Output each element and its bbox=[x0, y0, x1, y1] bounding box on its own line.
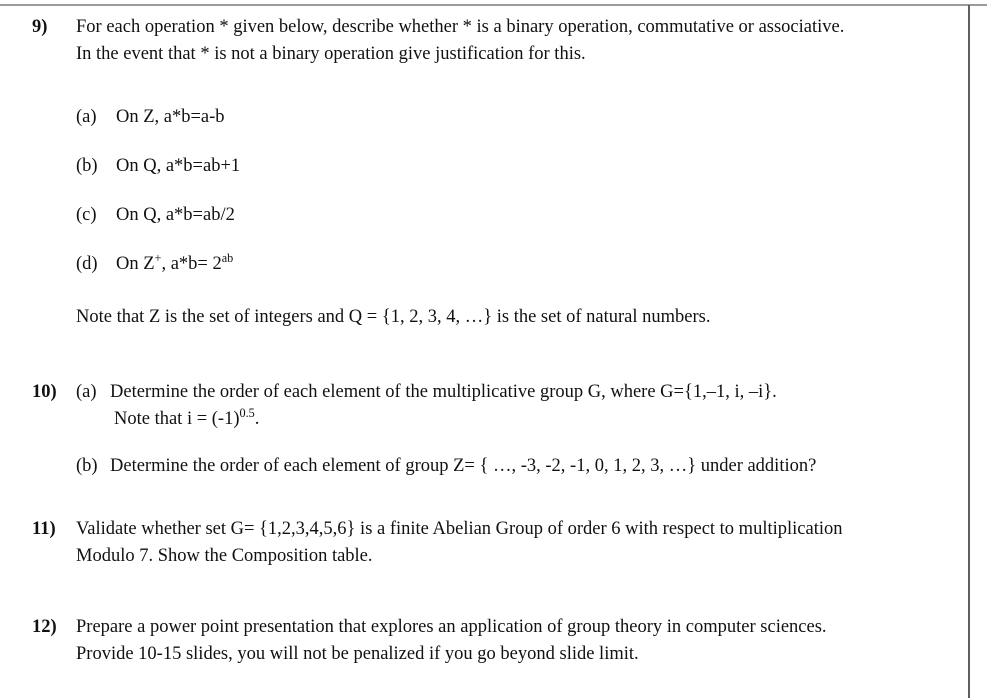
question-9-intro-line-2: In the event that * is not a binary oper… bbox=[76, 44, 586, 64]
subitem-c-letter: (c) bbox=[76, 205, 97, 225]
question-10-part-b-letter: (b) bbox=[76, 456, 98, 476]
question-10-note-superscript: 0.5 bbox=[239, 405, 255, 420]
question-9: 9) For each operation * given below, des… bbox=[32, 14, 932, 331]
question-11-body: Validate whether set G= {1,2,3,4,5,6} is… bbox=[76, 516, 932, 570]
subitem-a-text: On Z, a*b=a-b bbox=[116, 107, 225, 127]
question-12-body: Prepare a power point presentation that … bbox=[76, 614, 932, 668]
question-11-line-2: Modulo 7. Show the Composition table. bbox=[76, 546, 373, 566]
subitem-d-superscript-ab: ab bbox=[221, 250, 234, 265]
question-9-number: 9) bbox=[32, 17, 48, 37]
right-vertical-rule bbox=[968, 5, 970, 698]
question-12-line-2: Provide 10-15 slides, you will not be pe… bbox=[76, 644, 639, 664]
question-11: 11) Validate whether set G= {1,2,3,4,5,6… bbox=[32, 516, 932, 570]
question-12: 12) Prepare a power point presentation t… bbox=[32, 614, 932, 668]
subitem-d-text-mid: , a*b= 2 bbox=[161, 254, 222, 274]
question-10-part-b-text: Determine the order of each element of g… bbox=[110, 456, 817, 476]
question-9-subitem-b: (b) On Q, a*b=ab+1 bbox=[76, 153, 932, 180]
subitem-d-letter: (d) bbox=[76, 254, 98, 274]
question-9-subitem-a: (a) On Z, a*b=a-b bbox=[76, 104, 932, 131]
question-10: 10) (a) Determine the order of each elem… bbox=[32, 379, 932, 480]
document-page: 9) For each operation * given below, des… bbox=[0, 0, 987, 698]
question-11-line-1: Validate whether set G= {1,2,3,4,5,6} is… bbox=[76, 519, 843, 539]
subitem-c-text: On Q, a*b=ab/2 bbox=[116, 205, 235, 225]
question-9-subitem-d: (d) On Z+, a*b= 2ab bbox=[76, 251, 932, 278]
document-content: 9) For each operation * given below, des… bbox=[0, 0, 960, 668]
question-10-number: 10) bbox=[32, 382, 57, 402]
subitem-b-letter: (b) bbox=[76, 156, 98, 176]
question-9-body: For each operation * given below, descri… bbox=[76, 14, 932, 331]
question-10-part-a-text: Determine the order of each element of t… bbox=[110, 382, 777, 402]
question-12-line-1: Prepare a power point presentation that … bbox=[76, 617, 827, 637]
question-10-note-before: Note that i = (-1) bbox=[114, 409, 240, 429]
question-10-part-a: (a) Determine the order of each element … bbox=[76, 379, 932, 433]
question-9-note: Note that Z is the set of integers and Q… bbox=[76, 307, 711, 327]
question-10-note-after: . bbox=[254, 409, 260, 429]
question-10-part-b: (b) Determine the order of each element … bbox=[76, 453, 932, 480]
question-9-intro-line-1: For each operation * given below, descri… bbox=[76, 17, 845, 37]
subitem-b-text: On Q, a*b=ab+1 bbox=[116, 156, 241, 176]
question-10-part-a-note: Note that i = (-1)0.5. bbox=[110, 406, 932, 433]
question-12-number: 12) bbox=[32, 617, 57, 637]
question-9-subitem-list: (a) On Z, a*b=a-b (b) On Q, a*b=ab+1 (c)… bbox=[76, 104, 932, 278]
question-10-part-a-letter: (a) bbox=[76, 382, 97, 402]
question-11-number: 11) bbox=[32, 519, 56, 539]
subitem-d-text-before: On Z bbox=[116, 254, 155, 274]
subitem-a-letter: (a) bbox=[76, 107, 97, 127]
question-9-subitem-c: (c) On Q, a*b=ab/2 bbox=[76, 202, 932, 229]
question-10-body: (a) Determine the order of each element … bbox=[76, 379, 932, 480]
